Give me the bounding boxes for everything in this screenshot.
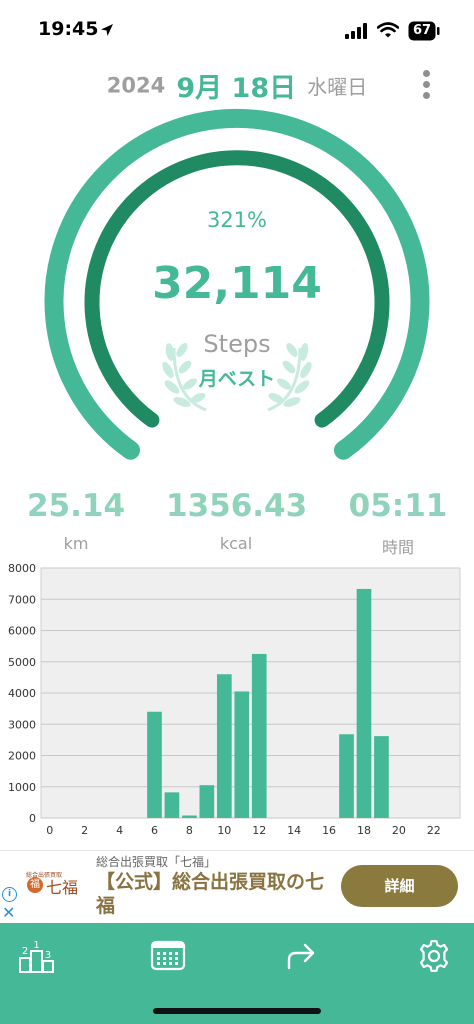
chart-bar [356, 588, 372, 818]
chart-y-tick: 2000 [8, 750, 36, 763]
chart-x-tick: 4 [116, 824, 123, 837]
chart-x-tick: 6 [151, 824, 158, 837]
chart-x-tick: 18 [357, 824, 371, 837]
chart-y-tick: 1000 [8, 781, 36, 794]
calories-value: 1356.43 [166, 488, 308, 524]
chart-y-tick: 3000 [8, 718, 36, 731]
chart-bar [374, 736, 389, 818]
home-indicator [153, 1008, 321, 1014]
more-dot-icon [422, 92, 430, 99]
chart-bar [182, 815, 197, 818]
ad-logo-mark: 福 [27, 877, 43, 893]
svg-text:1: 1 [33, 940, 39, 951]
calendar-icon[interactable] [148, 938, 188, 974]
wifi-icon [377, 22, 399, 38]
distance-unit: km [63, 534, 89, 553]
ad-details-button[interactable]: 詳細 [341, 865, 458, 907]
chart-y-tick: 5000 [8, 656, 36, 669]
chart-y-tick: 4000 [8, 687, 36, 700]
chart-x-tick: 0 [46, 824, 53, 837]
cellular-signal-icon [345, 23, 367, 39]
chart-bar [199, 785, 215, 818]
steps-label: Steps [203, 330, 271, 358]
chart-x-tick: 20 [392, 824, 406, 837]
ranking-icon[interactable]: 2 1 3 [17, 938, 57, 974]
steps-count: 32,114 [152, 258, 322, 309]
chart-x-tick: 10 [217, 824, 231, 837]
more-dot-icon [422, 81, 430, 88]
chart-y-tick: 0 [29, 812, 36, 825]
ad-close-icon[interactable]: ✕ [2, 903, 15, 922]
chart-bar [164, 792, 180, 818]
hourly-steps-chart: 0 1000 2000 3000 4000 5000 6000 7000 8000 0 2 4 6 8 1… [8, 562, 461, 837]
ad-subtitle: 総合出張買取「七福」 [96, 855, 217, 869]
share-icon[interactable] [281, 938, 321, 974]
chart-x-tick: 8 [186, 824, 193, 837]
ad-info-icon[interactable]: i [2, 887, 17, 902]
settings-icon[interactable] [414, 938, 454, 974]
chart-x-tick: 16 [322, 824, 336, 837]
chart-bar [216, 674, 232, 818]
goal-percent: 321% [206, 208, 268, 232]
duration-value: 05:11 [348, 488, 448, 524]
chart-y-tick: 8000 [8, 562, 36, 575]
chart-bar [251, 653, 267, 818]
duration-unit: 時間 [381, 538, 414, 557]
chart-bar [339, 734, 354, 818]
calories-unit: kcal [219, 534, 253, 553]
chart-x-tick: 14 [287, 824, 301, 837]
date-weekday: 水曜日 [307, 75, 368, 99]
chart-y-tick: 7000 [8, 593, 36, 606]
chart-x-tick: 22 [427, 824, 441, 837]
chart-bar [147, 711, 162, 818]
chart-bar [234, 691, 250, 818]
location-arrow-icon [101, 24, 113, 36]
monthly-best-label: 月ベスト [198, 368, 276, 390]
svg-text:2: 2 [22, 946, 28, 957]
chart-x-tick: 12 [252, 824, 266, 837]
battery-level: 67 [412, 23, 432, 38]
chart-x-tick: 2 [81, 824, 88, 837]
chart-y-tick: 6000 [8, 625, 36, 638]
ad-logo-text: 七福 [46, 878, 79, 897]
more-dot-icon [422, 70, 430, 77]
more-options-button[interactable] [414, 70, 438, 104]
distance-value: 25.14 [26, 488, 126, 524]
status-time: 19:45 [38, 18, 99, 40]
ad-title[interactable]: 【公式】総合出張買取の七福 [96, 870, 341, 918]
date-year: 2024 [106, 73, 166, 98]
svg-text:3: 3 [45, 950, 51, 961]
